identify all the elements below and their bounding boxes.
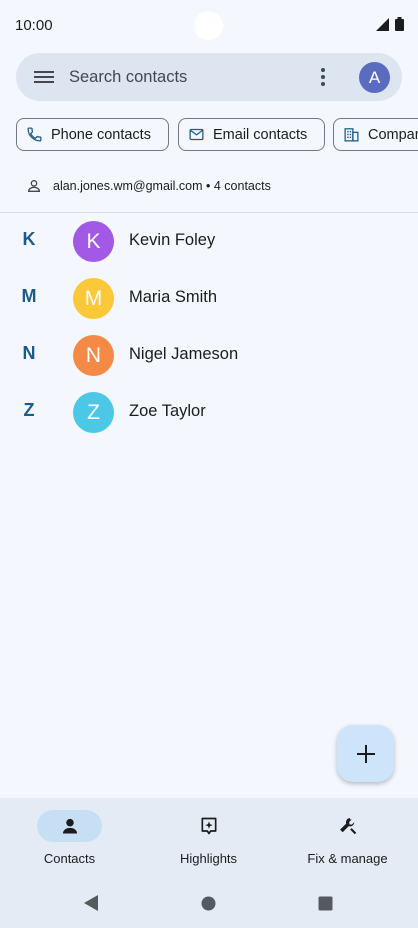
account-avatar[interactable]: A [359, 62, 390, 93]
nav-indicator [176, 810, 241, 842]
chip-label: Phone contacts [51, 126, 151, 143]
back-icon[interactable] [83, 894, 99, 912]
nav-highlights[interactable]: Highlights [139, 798, 278, 880]
status-time: 10:00 [15, 17, 53, 34]
nav-indicator [315, 810, 380, 842]
battery-icon [395, 17, 404, 31]
section-letter: N [22, 343, 36, 363]
signal-icon [376, 17, 389, 31]
system-nav-bar [0, 880, 418, 928]
menu-icon[interactable] [34, 67, 54, 87]
camera-cutout [194, 11, 223, 40]
search-input[interactable]: Search contacts [69, 68, 187, 87]
filter-chips: Phone contacts Email contacts Company [16, 118, 418, 152]
contact-avatar: Z [73, 392, 114, 433]
person-outline-icon [27, 180, 41, 192]
nav-label: Fix & manage [307, 851, 388, 866]
recents-icon[interactable] [318, 896, 333, 911]
status-icons [376, 17, 404, 31]
home-icon[interactable] [201, 896, 216, 911]
contact-avatar: K [73, 221, 114, 262]
chip-company[interactable]: Company [333, 118, 418, 151]
status-bar: 10:00 [0, 0, 418, 52]
nav-contacts[interactable]: Contacts [0, 798, 139, 880]
section-letter: M [21, 286, 37, 306]
person-icon [62, 818, 77, 834]
nav-label: Contacts [43, 851, 96, 866]
nav-indicator [37, 810, 102, 842]
account-row: alan.jones.wm@gmail.com • 4 contacts [26, 175, 271, 197]
search-bar[interactable]: Search contacts A [16, 53, 402, 101]
building-icon [344, 128, 359, 142]
highlights-icon [201, 817, 216, 835]
contact-row[interactable]: K K Kevin Foley [0, 213, 418, 270]
nav-label: Highlights [179, 851, 238, 866]
add-contact-button[interactable] [337, 725, 394, 782]
contact-avatar: M [73, 278, 114, 319]
mail-icon [189, 128, 204, 141]
contact-name: Zoe Taylor [129, 402, 206, 420]
section-letter: K [22, 229, 36, 249]
contact-name: Kevin Foley [129, 231, 216, 249]
section-letter: Z [23, 400, 35, 420]
contact-avatar: N [73, 335, 114, 376]
more-vert-icon[interactable] [312, 65, 334, 89]
phone-icon [27, 127, 42, 142]
contact-name: Nigel Jameson [129, 345, 239, 363]
chip-phone-contacts[interactable]: Phone contacts [16, 118, 169, 151]
contact-row[interactable]: Z Z Zoe Taylor [0, 384, 418, 441]
account-summary: alan.jones.wm@gmail.com • 4 contacts [53, 179, 271, 193]
chip-label: Company [368, 126, 418, 143]
chip-email-contacts[interactable]: Email contacts [178, 118, 325, 151]
nav-fix-manage[interactable]: Fix & manage [278, 798, 417, 880]
contact-row[interactable]: N N Nigel Jameson [0, 327, 418, 384]
contact-row[interactable]: M M Maria Smith [0, 270, 418, 327]
plus-icon [356, 744, 375, 763]
bottom-nav: Contacts Highlights Fix & manage [0, 798, 418, 880]
chip-label: Email contacts [213, 126, 308, 143]
wrench-icon [339, 818, 356, 835]
contact-name: Maria Smith [129, 288, 218, 306]
